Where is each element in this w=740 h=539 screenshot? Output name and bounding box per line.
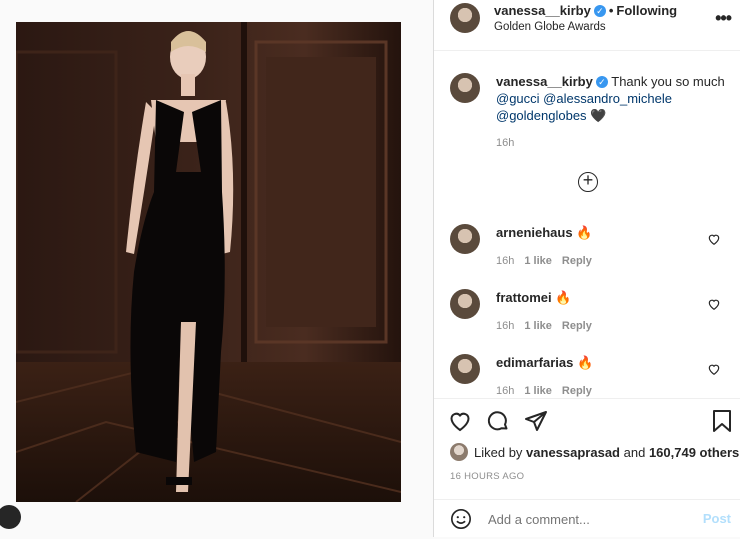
comment-text: frattomei 🔥 — [496, 290, 571, 306]
mention-alessandro-michele[interactable]: @alessandro_michele — [543, 91, 672, 106]
viewer-avatar[interactable] — [0, 505, 21, 529]
comment-bubble-icon[interactable] — [486, 409, 510, 433]
heart-icon[interactable] — [707, 232, 721, 246]
author-username[interactable]: vanessa__kirby — [494, 3, 591, 18]
heart-icon[interactable] — [448, 409, 472, 433]
comment-text: arneniehaus 🔥 — [496, 225, 592, 241]
comment-time[interactable]: 16h — [496, 320, 514, 332]
fire-emoji: 🔥 — [576, 355, 594, 370]
caption-timestamp[interactable]: 16h — [496, 137, 514, 149]
mention-goldenglobes[interactable]: @goldenglobes — [496, 108, 587, 123]
verified-badge-icon: ✓ — [593, 5, 606, 17]
paper-plane-icon[interactable] — [524, 409, 548, 433]
comment-item: arneniehaus 🔥 16h 1 like Reply — [434, 210, 740, 275]
comment-item: edimarfarias 🔥 16h 1 like Reply — [434, 340, 740, 398]
comments-list[interactable]: arneniehaus 🔥 16h 1 like Reply frattomei 🔥… — [434, 210, 740, 398]
post-details-panel: vanessa__kirby ✓ • Following Golden Globe A… — [433, 0, 740, 537]
likes-conj: and — [623, 445, 646, 460]
commenter-avatar[interactable] — [450, 354, 480, 384]
comment-meta: 16h 1 like Reply — [496, 320, 602, 332]
caption-text: vanessa__kirby ✓ Thank you so much @gucci… — [496, 73, 726, 124]
verified-badge-icon: ✓ — [595, 76, 608, 88]
fire-emoji: 🔥 — [555, 290, 572, 305]
commenter-username[interactable]: edimarfarias — [496, 355, 573, 370]
caption-author-avatar[interactable] — [450, 73, 480, 103]
comment-likes[interactable]: 1 like — [524, 385, 552, 397]
caption-username[interactable]: vanessa__kirby — [496, 74, 593, 89]
comment-input[interactable] — [486, 511, 690, 528]
liker-avatar[interactable] — [450, 443, 468, 461]
comment-text: edimarfarias 🔥 — [496, 355, 593, 371]
caption-body: Thank you so much — [611, 74, 725, 89]
action-bar: Liked by vanessaprasad and 160,749 other… — [434, 398, 740, 539]
post-location[interactable]: Golden Globe Awards — [494, 21, 606, 33]
plus-circle-icon[interactable]: + — [578, 171, 598, 192]
comment-item: frattomei 🔥 16h 1 like Reply — [434, 275, 740, 340]
add-comment-row: Post — [434, 499, 740, 538]
comment-meta: 16h 1 like Reply — [496, 385, 602, 397]
comment-time[interactable]: 16h — [496, 255, 514, 267]
fire-emoji: 🔥 — [576, 225, 593, 240]
mention-gucci[interactable]: @gucci — [496, 91, 540, 106]
post-header: vanessa__kirby ✓ • Following Golden Globe A… — [434, 0, 740, 51]
post-time-ago[interactable]: 16 HOURS AGO — [450, 471, 524, 482]
reply-button[interactable]: Reply — [562, 320, 592, 332]
likes-prefix: Liked by — [474, 445, 523, 460]
commenter-username[interactable]: arneniehaus — [496, 225, 573, 240]
separator-dot: • — [608, 3, 614, 18]
following-button[interactable]: Following — [616, 3, 677, 18]
author-avatar[interactable] — [450, 3, 480, 33]
likes-count[interactable]: 160,749 others — [649, 445, 739, 460]
smiley-icon[interactable] — [450, 508, 472, 530]
bookmark-icon[interactable] — [710, 409, 734, 433]
comment-time[interactable]: 16h — [496, 385, 514, 397]
author-line: vanessa__kirby ✓ • Following — [494, 3, 677, 18]
likes-summary: Liked by vanessaprasad and 160,749 other… — [450, 443, 739, 461]
post-photo[interactable] — [16, 22, 401, 502]
liker-username[interactable]: vanessaprasad — [526, 445, 620, 460]
comment-likes[interactable]: 1 like — [524, 320, 552, 332]
comment-likes[interactable]: 1 like — [524, 255, 552, 267]
more-options-icon[interactable]: ••• — [715, 8, 732, 29]
commenter-avatar[interactable] — [450, 289, 480, 319]
black-heart-emoji: 🖤 — [590, 108, 607, 123]
reply-button[interactable]: Reply — [562, 255, 592, 267]
commenter-username[interactable]: frattomei — [496, 290, 552, 305]
heart-icon[interactable] — [707, 297, 721, 311]
post-button[interactable]: Post — [703, 511, 731, 526]
comment-meta: 16h 1 like Reply — [496, 255, 602, 267]
commenter-avatar[interactable] — [450, 224, 480, 254]
heart-icon[interactable] — [707, 362, 721, 376]
reply-button[interactable]: Reply — [562, 385, 592, 397]
